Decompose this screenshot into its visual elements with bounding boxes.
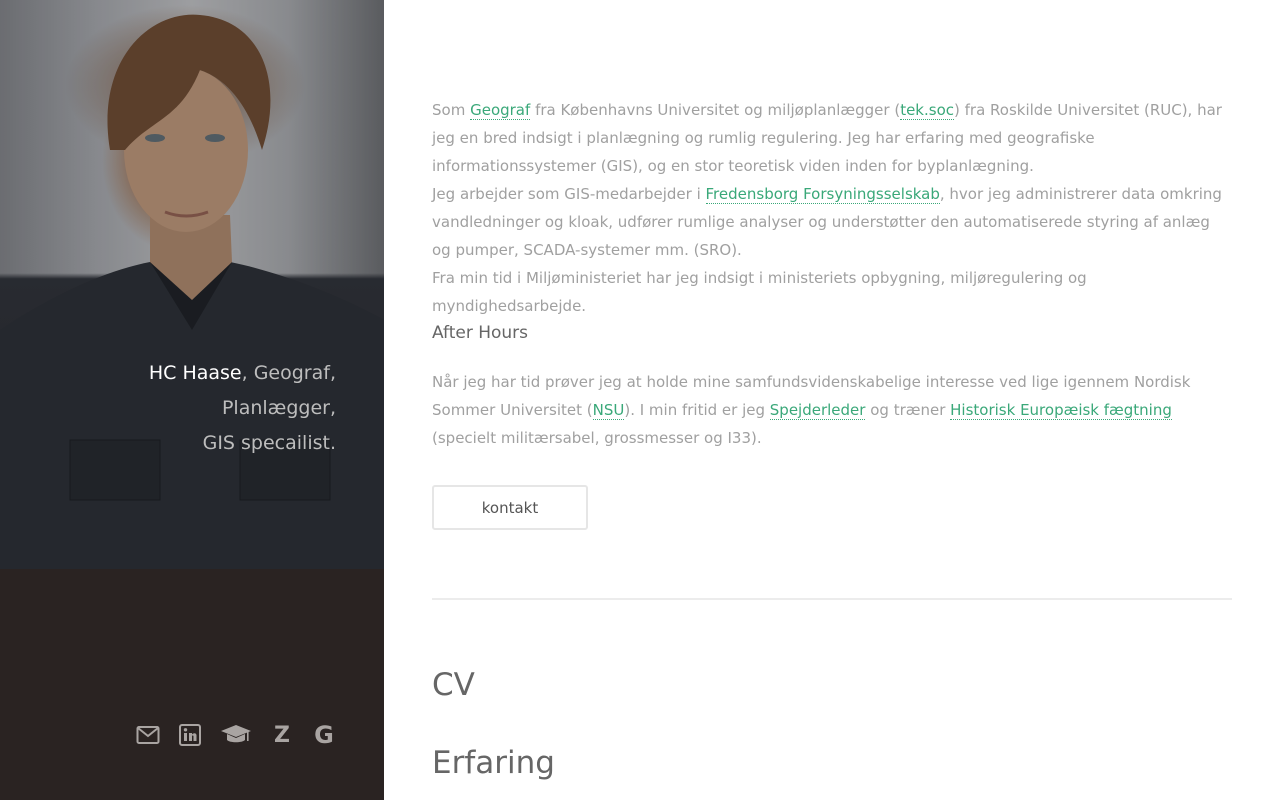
- link-historisk-faegtning[interactable]: Historisk Europæisk fægtning: [950, 401, 1172, 420]
- text: (specielt militærsabel, grossmesser og I…: [432, 429, 762, 447]
- linkedin-icon[interactable]: [178, 722, 202, 748]
- sidebar: HC Haase, Geograf, Planlægger, GIS speca…: [0, 0, 384, 800]
- text: ). I min fritid er jeg: [624, 401, 770, 419]
- after-hours-paragraph: Når jeg har tid prøver jeg at holde mine…: [432, 368, 1232, 452]
- link-fredensborg-forsyning[interactable]: Fredensborg Forsyningsselskab: [705, 185, 940, 204]
- text: og træner: [865, 401, 951, 419]
- zotero-icon[interactable]: Z: [270, 722, 294, 748]
- link-geograf[interactable]: Geograf: [470, 101, 531, 120]
- main-content: Som Geograf fra Københavns Universitet o…: [432, 0, 1232, 800]
- photo-overlay: [0, 0, 384, 569]
- intro-paragraph-3: Fra min tid i Miljøministeriet har jeg i…: [432, 269, 1087, 315]
- section-divider: [432, 598, 1232, 600]
- intro-section: Som Geograf fra Københavns Universitet o…: [432, 96, 1232, 320]
- intro-paragraph-2: Jeg arbejder som GIS-medarbejder i Frede…: [432, 180, 1232, 264]
- link-teksoc[interactable]: tek.soc: [900, 101, 954, 120]
- cv-heading: CV: [432, 667, 475, 703]
- text: Jeg arbejder som GIS-medarbejder i: [432, 185, 706, 203]
- social-links: Z G: [136, 721, 336, 749]
- contact-button[interactable]: kontakt: [432, 485, 588, 530]
- site-title: HC Haase, Geograf, Planlægger, GIS speca…: [36, 356, 336, 461]
- after-hours-heading: After Hours: [432, 323, 529, 343]
- envelope-icon[interactable]: [136, 722, 160, 748]
- text: fra Københavns Universitet og miljøplanl…: [530, 101, 901, 119]
- graduation-cap-icon[interactable]: [220, 722, 252, 748]
- tagline-line-2: GIS specailist.: [202, 432, 336, 454]
- link-spejderleder[interactable]: Spejderleder: [769, 401, 866, 420]
- experience-heading: Erfaring: [432, 745, 555, 781]
- intro-paragraph-1: Som Geograf fra Københavns Universitet o…: [432, 96, 1232, 180]
- google-icon[interactable]: G: [312, 721, 336, 749]
- text: Som: [432, 101, 471, 119]
- author-name[interactable]: HC Haase: [149, 362, 242, 384]
- link-nsu[interactable]: NSU: [592, 401, 625, 420]
